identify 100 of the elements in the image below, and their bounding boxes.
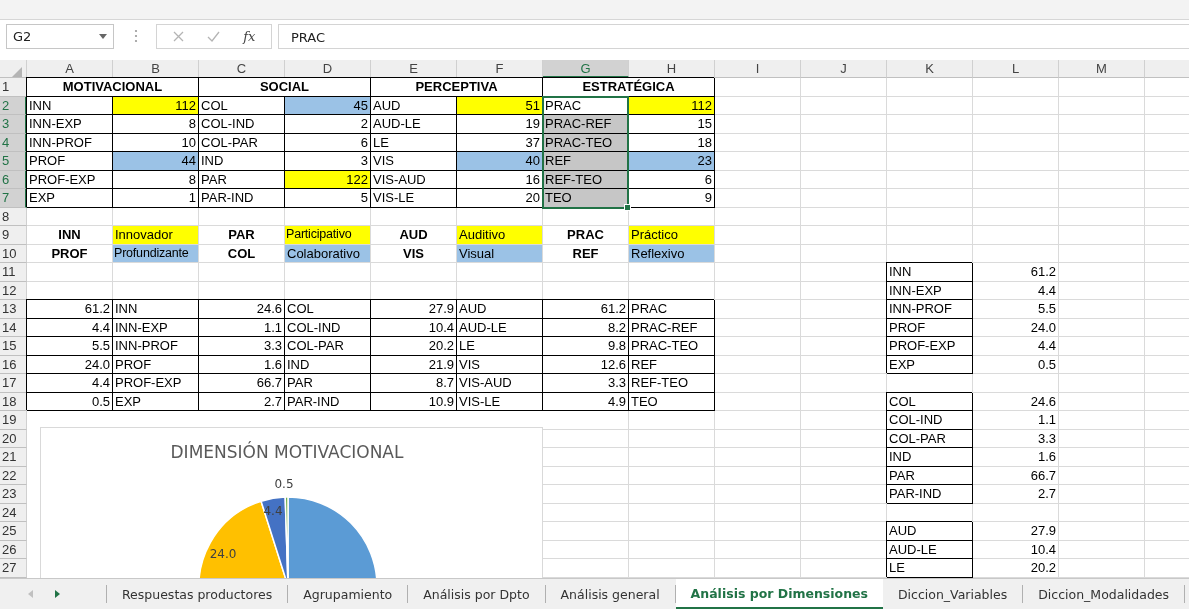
empty-cell[interactable] — [715, 466, 801, 485]
empty-cell[interactable] — [1059, 466, 1145, 485]
empty-cell[interactable] — [1059, 133, 1145, 152]
select-all-icon[interactable] — [12, 66, 22, 77]
table-cell[interactable]: 2.7 — [199, 392, 285, 411]
table-cell[interactable]: 16 — [457, 170, 543, 189]
column-letter[interactable]: J — [801, 60, 887, 78]
empty-cell[interactable] — [973, 96, 1059, 115]
row-number[interactable]: 15 — [0, 337, 27, 356]
column-letter[interactable]: K — [887, 60, 973, 78]
row-number[interactable]: 25 — [0, 522, 27, 541]
chart-panel[interactable]: DIMENSIÓN MOTIVACIONAL 0.5 4.4 24.0 — [40, 427, 543, 578]
table-cell[interactable]: TEO — [629, 392, 715, 411]
empty-cell[interactable] — [715, 540, 801, 559]
empty-cell[interactable] — [629, 448, 715, 467]
empty-cell[interactable] — [629, 503, 715, 522]
empty-cell[interactable] — [887, 78, 973, 97]
table-cell[interactable]: 4.4 — [27, 318, 113, 337]
empty-cell[interactable] — [887, 226, 973, 245]
empty-cell[interactable] — [715, 448, 801, 467]
table-cell[interactable]: PAR — [285, 374, 371, 393]
sheet-tab[interactable]: Respuestas productores — [107, 585, 289, 603]
empty-cell[interactable] — [715, 318, 801, 337]
table-cell[interactable]: PROF-EXP — [27, 170, 113, 189]
table-cell[interactable]: 10.4 — [973, 540, 1059, 559]
empty-cell[interactable] — [629, 411, 715, 430]
empty-cell[interactable] — [715, 337, 801, 356]
table-cell[interactable]: VIS-AUD — [371, 170, 457, 189]
table-cell[interactable]: 24.0 — [973, 318, 1059, 337]
insert-function-button[interactable]: fx — [243, 28, 256, 44]
row-number[interactable]: 13 — [0, 300, 27, 319]
table-cell[interactable]: INN-EXP — [113, 318, 199, 337]
table-cell[interactable]: 3.3 — [199, 337, 285, 356]
sheet-tab[interactable]: Análisis general — [545, 585, 676, 603]
empty-cell[interactable] — [801, 115, 887, 134]
table-cell[interactable]: COL-PAR — [199, 133, 285, 152]
row-number[interactable]: 9 — [0, 226, 27, 245]
table-cell[interactable]: COL-IND — [285, 318, 371, 337]
table-cell[interactable]: 24.6 — [199, 300, 285, 319]
table-cell[interactable]: 27.9 — [973, 522, 1059, 541]
table-cell[interactable]: 8.7 — [371, 374, 457, 393]
name-box[interactable]: G2 — [6, 23, 114, 49]
column-letter[interactable]: G — [543, 60, 629, 78]
table-cell[interactable]: PROF-EXP — [113, 374, 199, 393]
empty-cell[interactable] — [801, 96, 887, 115]
empty-cell[interactable] — [1059, 226, 1145, 245]
table-cell[interactable]: PRAC-REF — [629, 318, 715, 337]
empty-cell[interactable] — [715, 170, 801, 189]
table-cell[interactable]: INN — [887, 263, 973, 282]
empty-cell[interactable] — [801, 78, 887, 97]
empty-cell[interactable] — [1059, 411, 1145, 430]
empty-cell[interactable] — [715, 281, 801, 300]
table-cell[interactable]: 3.3 — [543, 374, 629, 393]
table-cell[interactable]: 27.9 — [371, 300, 457, 319]
empty-cell[interactable] — [1059, 170, 1145, 189]
empty-cell[interactable] — [1059, 152, 1145, 171]
table-cell[interactable]: PAR-IND — [285, 392, 371, 411]
table-cell[interactable]: 6 — [629, 170, 715, 189]
column-letter[interactable]: M — [1059, 60, 1145, 78]
row-number[interactable]: 21 — [0, 448, 27, 467]
table-cell[interactable]: PAR-IND — [199, 189, 285, 208]
table-cell[interactable]: AUD-LE — [457, 318, 543, 337]
empty-cell[interactable] — [973, 189, 1059, 208]
table-cell[interactable]: PAR-IND — [887, 485, 973, 504]
column-letter[interactable]: L — [973, 60, 1059, 78]
table-cell[interactable]: Auditivo — [457, 226, 543, 245]
empty-cell[interactable] — [113, 263, 199, 282]
row-number[interactable]: 23 — [0, 485, 27, 504]
table-cell[interactable]: 24.6 — [973, 392, 1059, 411]
dropdown-caret-icon[interactable] — [99, 33, 107, 39]
table-cell[interactable]: REF — [629, 355, 715, 374]
empty-cell[interactable] — [543, 411, 629, 430]
empty-cell[interactable] — [629, 540, 715, 559]
drag-handle-icon[interactable] — [134, 29, 138, 43]
table-cell[interactable]: 21.9 — [371, 355, 457, 374]
empty-cell[interactable] — [887, 189, 973, 208]
empty-cell[interactable] — [629, 466, 715, 485]
table-cell[interactable]: 20.2 — [973, 559, 1059, 578]
empty-cell[interactable] — [715, 485, 801, 504]
empty-cell[interactable] — [1059, 429, 1145, 448]
empty-cell[interactable] — [1059, 207, 1145, 226]
empty-cell[interactable] — [715, 503, 801, 522]
row-number[interactable]: 27 — [0, 559, 27, 578]
empty-cell[interactable] — [1059, 522, 1145, 541]
empty-cell[interactable] — [715, 189, 801, 208]
empty-cell[interactable] — [973, 152, 1059, 171]
empty-cell[interactable] — [715, 559, 801, 578]
empty-cell[interactable] — [543, 263, 629, 282]
check-icon[interactable] — [206, 30, 220, 42]
empty-cell[interactable] — [973, 170, 1059, 189]
table-cell[interactable]: COL-PAR — [887, 429, 973, 448]
sheet-tab[interactable]: Análisis por Dpto — [408, 585, 546, 603]
row-number[interactable]: 3 — [0, 115, 27, 134]
empty-cell[interactable] — [1059, 559, 1145, 578]
table-cell[interactable]: PROF — [113, 355, 199, 374]
table-cell[interactable]: VIS — [457, 355, 543, 374]
empty-cell[interactable] — [1059, 448, 1145, 467]
table-cell[interactable]: 1.6 — [973, 448, 1059, 467]
table-cell[interactable]: 4.9 — [543, 392, 629, 411]
row-number[interactable]: 7 — [0, 189, 27, 208]
